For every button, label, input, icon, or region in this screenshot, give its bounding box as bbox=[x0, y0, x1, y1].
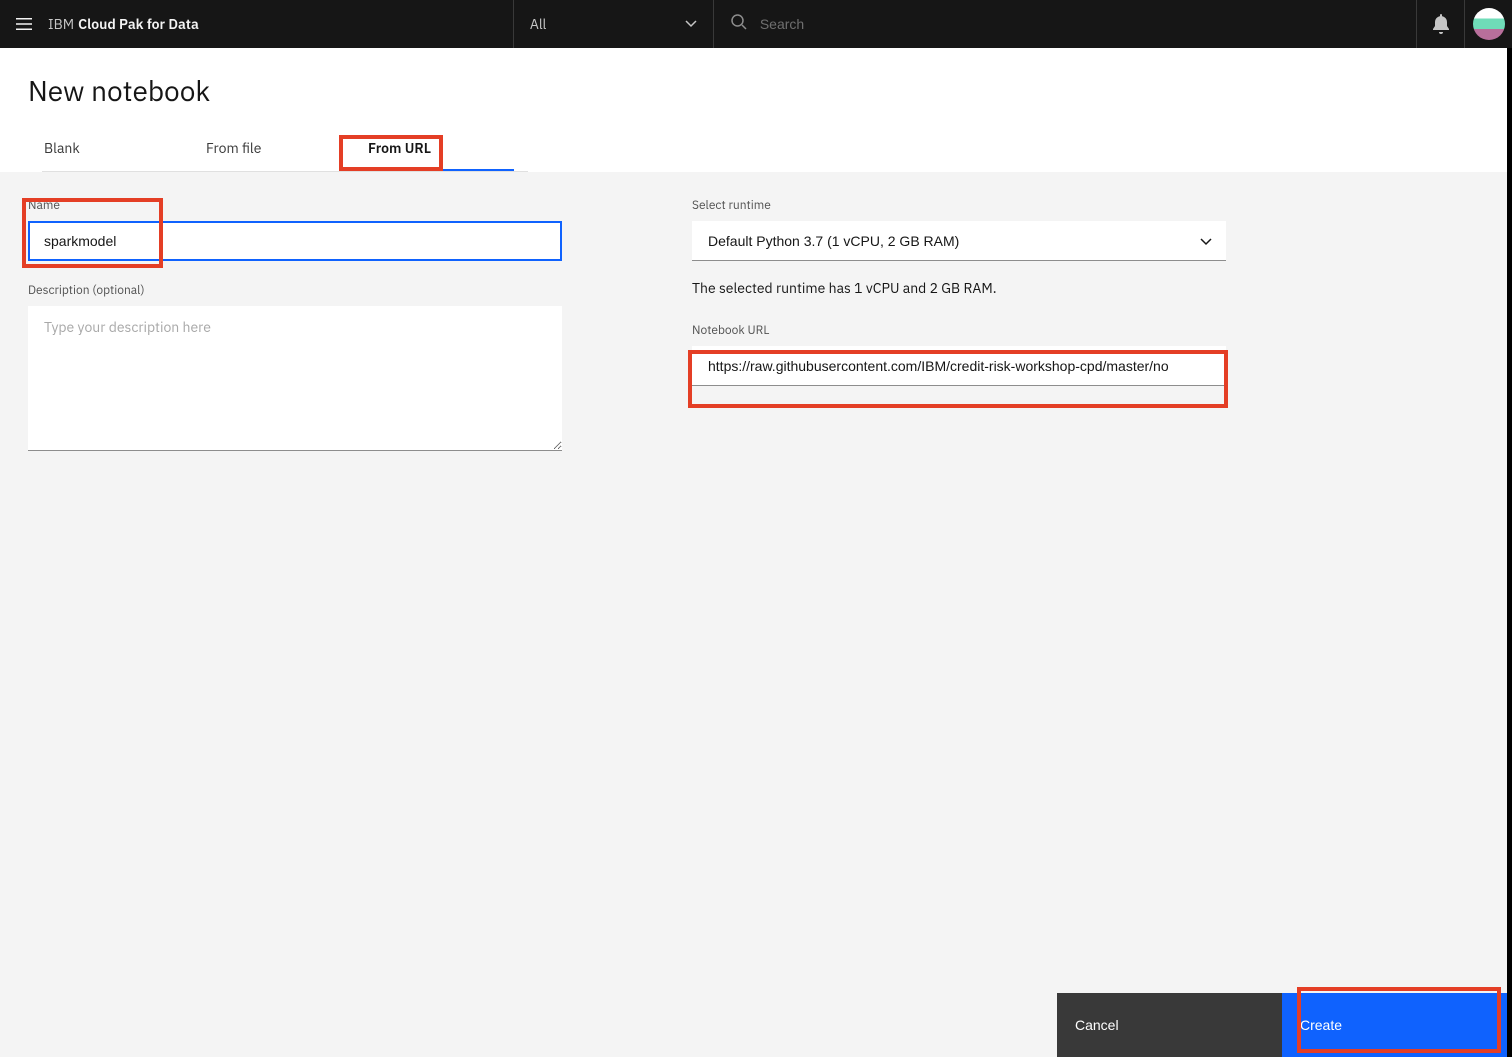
page-title: New notebook bbox=[28, 72, 1479, 109]
field-description: Description (optional) bbox=[28, 283, 562, 455]
runtime-select[interactable] bbox=[692, 221, 1226, 261]
field-name: Name bbox=[28, 198, 562, 261]
description-input[interactable] bbox=[28, 306, 562, 451]
form-col-right: Select runtime The selected runtime has … bbox=[692, 198, 1226, 1031]
form-col-left: Name Description (optional) bbox=[28, 198, 562, 1031]
notebook-url-input[interactable] bbox=[692, 346, 1226, 386]
notifications-icon[interactable] bbox=[1416, 0, 1464, 48]
tab-blank[interactable]: Blank bbox=[28, 127, 190, 171]
runtime-label: Select runtime bbox=[692, 198, 1226, 213]
tabs: Blank From file From URL bbox=[28, 127, 1479, 171]
brand: IBM Cloud Pak for Data bbox=[48, 15, 223, 33]
menu-icon[interactable] bbox=[0, 0, 48, 48]
footer-actions: Cancel Create bbox=[1057, 993, 1507, 1057]
search-input[interactable] bbox=[760, 16, 1400, 32]
cancel-button[interactable]: Cancel bbox=[1057, 993, 1282, 1057]
notebook-url-label: Notebook URL bbox=[692, 323, 1226, 338]
search-icon bbox=[730, 13, 748, 35]
runtime-description: The selected runtime has 1 vCPU and 2 GB… bbox=[692, 279, 1226, 297]
tab-from-file[interactable]: From file bbox=[190, 127, 352, 171]
global-search[interactable] bbox=[713, 0, 1416, 48]
form-area: Name Description (optional) Select runti… bbox=[0, 172, 1507, 1057]
create-button[interactable]: Create bbox=[1282, 993, 1507, 1057]
brand-product: Cloud Pak for Data bbox=[78, 15, 199, 33]
tab-from-url[interactable]: From URL bbox=[352, 127, 514, 171]
filter-dropdown[interactable]: All bbox=[513, 0, 713, 48]
global-header: IBM Cloud Pak for Data All bbox=[0, 0, 1512, 48]
brand-prefix: IBM bbox=[48, 15, 74, 33]
name-label: Name bbox=[28, 198, 562, 213]
user-avatar[interactable] bbox=[1464, 0, 1512, 48]
field-notebook-url: Notebook URL bbox=[692, 323, 1226, 386]
description-label: Description (optional) bbox=[28, 283, 562, 298]
chevron-down-icon bbox=[685, 20, 697, 28]
field-runtime: Select runtime bbox=[692, 198, 1226, 261]
page-content: New notebook Blank From file From URL Na… bbox=[0, 48, 1507, 1057]
name-input[interactable] bbox=[28, 221, 562, 261]
avatar-icon bbox=[1473, 8, 1505, 40]
filter-selected: All bbox=[530, 15, 547, 33]
